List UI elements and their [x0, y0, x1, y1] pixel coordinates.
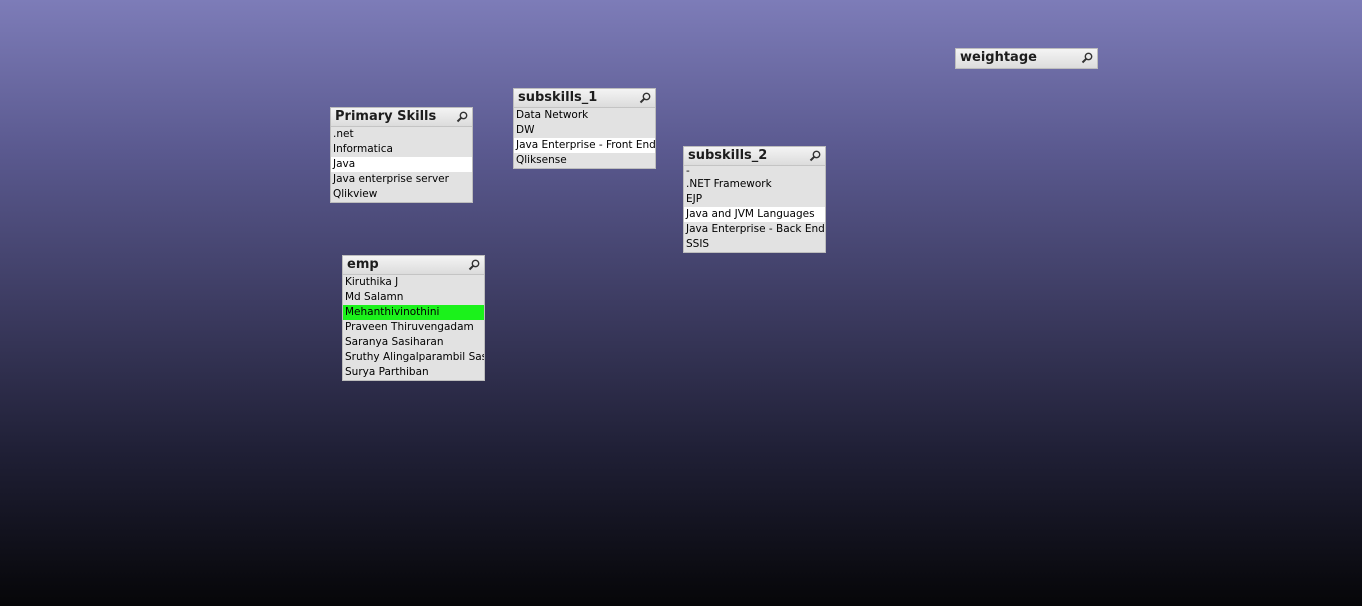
listbox-header[interactable]: subskills_2 [684, 147, 825, 166]
list-item[interactable]: Qlikview [331, 187, 472, 202]
listbox-header[interactable]: subskills_1 [514, 89, 655, 108]
listbox-title: subskills_1 [518, 90, 598, 105]
list-item[interactable]: SSIS [684, 237, 825, 252]
listbox-title: weightage [960, 50, 1037, 65]
list-item[interactable]: Md Salamn [343, 290, 484, 305]
list-item[interactable]: Kiruthika J [343, 275, 484, 290]
list-item[interactable]: Java [331, 157, 472, 172]
listbox-items: - .NET Framework EJP Java and JVM Langua… [684, 166, 825, 252]
search-icon[interactable] [808, 149, 822, 163]
list-item[interactable]: Data Network [514, 108, 655, 123]
listbox-items: .net Informatica Java Java enterprise se… [331, 127, 472, 202]
weightage-listbox: weightage [955, 48, 1098, 69]
listbox-title: Primary Skills [335, 109, 437, 124]
listbox-header[interactable]: weightage [956, 49, 1097, 68]
list-item[interactable]: Java Enterprise - Front End [514, 138, 655, 153]
list-item[interactable]: Mehanthivinothini [343, 305, 484, 320]
list-item[interactable]: Java Enterprise - Back End [684, 222, 825, 237]
listbox-items: Kiruthika J Md Salamn Mehanthivinothini … [343, 275, 484, 380]
list-item[interactable]: Java enterprise server [331, 172, 472, 187]
search-icon[interactable] [467, 258, 481, 272]
listbox-title: emp [347, 257, 379, 272]
listbox-title: subskills_2 [688, 148, 768, 163]
list-item[interactable]: Java and JVM Languages [684, 207, 825, 222]
list-item[interactable]: Saranya Sasiharan [343, 335, 484, 350]
search-icon[interactable] [638, 91, 652, 105]
subskills-2-listbox: subskills_2 - .NET Framework EJP Java an… [683, 146, 826, 253]
list-item[interactable]: - [684, 166, 825, 177]
list-item[interactable]: Informatica [331, 142, 472, 157]
list-item[interactable]: EJP [684, 192, 825, 207]
list-item[interactable]: .NET Framework [684, 177, 825, 192]
listbox-items: Data Network DW Java Enterprise - Front … [514, 108, 655, 168]
emp-listbox: emp Kiruthika J Md Salamn Mehanthivinoth… [342, 255, 485, 381]
listbox-header[interactable]: Primary Skills [331, 108, 472, 127]
list-item[interactable]: DW [514, 123, 655, 138]
search-icon[interactable] [455, 110, 469, 124]
listbox-header[interactable]: emp [343, 256, 484, 275]
list-item[interactable]: Qliksense [514, 153, 655, 168]
list-item[interactable]: Praveen Thiruvengadam [343, 320, 484, 335]
subskills-1-listbox: subskills_1 Data Network DW Java Enterpr… [513, 88, 656, 169]
list-item[interactable]: Sruthy Alingalparambil Sasi [343, 350, 484, 365]
list-item[interactable]: .net [331, 127, 472, 142]
search-icon[interactable] [1080, 51, 1094, 65]
list-item[interactable]: Surya Parthiban [343, 365, 484, 380]
primary-skills-listbox: Primary Skills .net Informatica Java Jav… [330, 107, 473, 203]
